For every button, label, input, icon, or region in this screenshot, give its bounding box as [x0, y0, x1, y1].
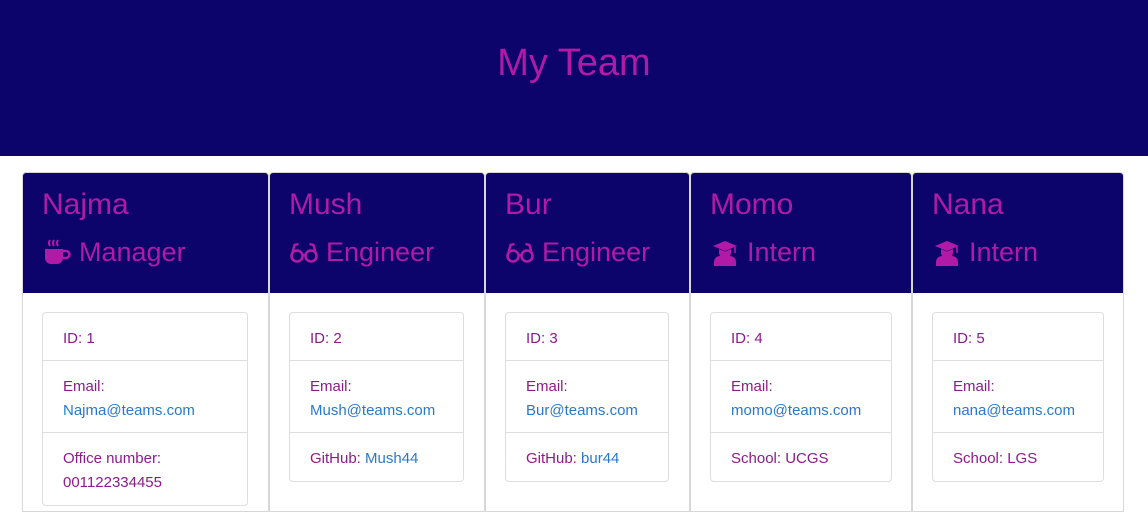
graduate-icon	[932, 237, 962, 267]
role-label: Intern	[969, 237, 1039, 267]
page-title: My Team	[497, 41, 651, 84]
id-item: ID: 4	[711, 313, 891, 361]
employee-name: Nana	[932, 188, 1004, 221]
github-link[interactable]: bur44	[581, 450, 619, 467]
employee-name: Momo	[710, 188, 794, 221]
email-label: Email:	[526, 378, 568, 395]
employee-role: Engineer	[505, 235, 689, 269]
employee-role: Intern	[932, 235, 1123, 269]
info-list: ID: 4 Email: momo@teams.com School: UCGS	[710, 312, 892, 482]
email-link[interactable]: momo@teams.com	[731, 402, 861, 419]
card-header: Nana Intern	[913, 173, 1123, 293]
card-header: Bur Engineer	[486, 173, 689, 293]
employee-name: Mush	[289, 188, 363, 221]
email-label: Email:	[310, 378, 352, 395]
glasses-icon	[505, 237, 535, 267]
github-item: GitHub: Mush44	[290, 433, 463, 481]
email-item: Email: Najma@teams.com	[43, 361, 247, 433]
email-link[interactable]: nana@teams.com	[953, 402, 1075, 419]
role-label: Intern	[747, 237, 817, 267]
card-header: Najma Manager	[23, 173, 268, 293]
email-label: Email:	[953, 378, 995, 395]
email-item: Email: momo@teams.com	[711, 361, 891, 433]
card-header: Momo Intern	[691, 173, 911, 293]
email-item: Email: Mush@teams.com	[290, 361, 463, 433]
email-label: Email:	[63, 378, 105, 395]
glasses-icon	[289, 237, 319, 267]
employee-role: Manager	[42, 235, 268, 269]
email-item: Email: Bur@teams.com	[506, 361, 668, 433]
email-link[interactable]: Najma@teams.com	[63, 402, 195, 419]
school-value: LGS	[1007, 450, 1038, 467]
school-value: UCGS	[785, 450, 829, 467]
school-item: School: UCGS	[711, 433, 891, 481]
team-header: My Team	[0, 0, 1148, 156]
employee-card-bur: Bur Engineer ID: 3 Email: Bur@teams.com …	[485, 172, 690, 512]
github-label: GitHub:	[310, 450, 366, 467]
github-label: GitHub:	[526, 450, 582, 467]
github-link[interactable]: Mush44	[365, 450, 418, 467]
id-item: ID: 2	[290, 313, 463, 361]
info-list: ID: 2 Email: Mush@teams.com GitHub: Mush…	[289, 312, 464, 482]
email-item: Email: nana@teams.com	[933, 361, 1103, 433]
office-number-value: 001122334455	[63, 474, 162, 491]
email-label: Email:	[731, 378, 773, 395]
github-item: GitHub: bur44	[506, 433, 668, 481]
id-item: ID: 5	[933, 313, 1103, 361]
employee-card-najma: Najma Manager ID: 1 Email: Najma@teams.c…	[22, 172, 269, 512]
employee-name: Bur	[505, 188, 552, 221]
email-link[interactable]: Bur@teams.com	[526, 402, 638, 419]
id-item: ID: 3	[506, 313, 668, 361]
employee-card-momo: Momo Intern ID: 4 Email: momo@teams.com …	[690, 172, 912, 512]
school-item: School: LGS	[933, 433, 1103, 481]
office-number-label: Office number:	[63, 450, 162, 467]
employee-card-mush: Mush Engineer ID: 2 Email: Mush@teams.co…	[269, 172, 485, 512]
graduate-icon	[710, 237, 740, 267]
id-item: ID: 1	[43, 313, 247, 361]
email-link[interactable]: Mush@teams.com	[310, 402, 435, 419]
coffee-mug-icon	[42, 237, 72, 267]
employee-card-nana: Nana Intern ID: 5 Email: nana@teams.com …	[912, 172, 1124, 512]
role-label: Engineer	[542, 237, 651, 267]
employee-role: Engineer	[289, 235, 484, 269]
school-label: School:	[731, 450, 786, 467]
role-label: Engineer	[326, 237, 435, 267]
info-list: ID: 1 Email: Najma@teams.com Office numb…	[42, 312, 248, 506]
info-list: ID: 3 Email: Bur@teams.com GitHub: bur44	[505, 312, 669, 482]
card-header: Mush Engineer	[270, 173, 484, 293]
office-number-item: Office number: 001122334455	[43, 433, 247, 505]
employee-name: Najma	[42, 188, 129, 221]
role-label: Manager	[79, 237, 186, 267]
school-label: School:	[953, 450, 1008, 467]
info-list: ID: 5 Email: nana@teams.com School: LGS	[932, 312, 1104, 482]
employee-role: Intern	[710, 235, 911, 269]
